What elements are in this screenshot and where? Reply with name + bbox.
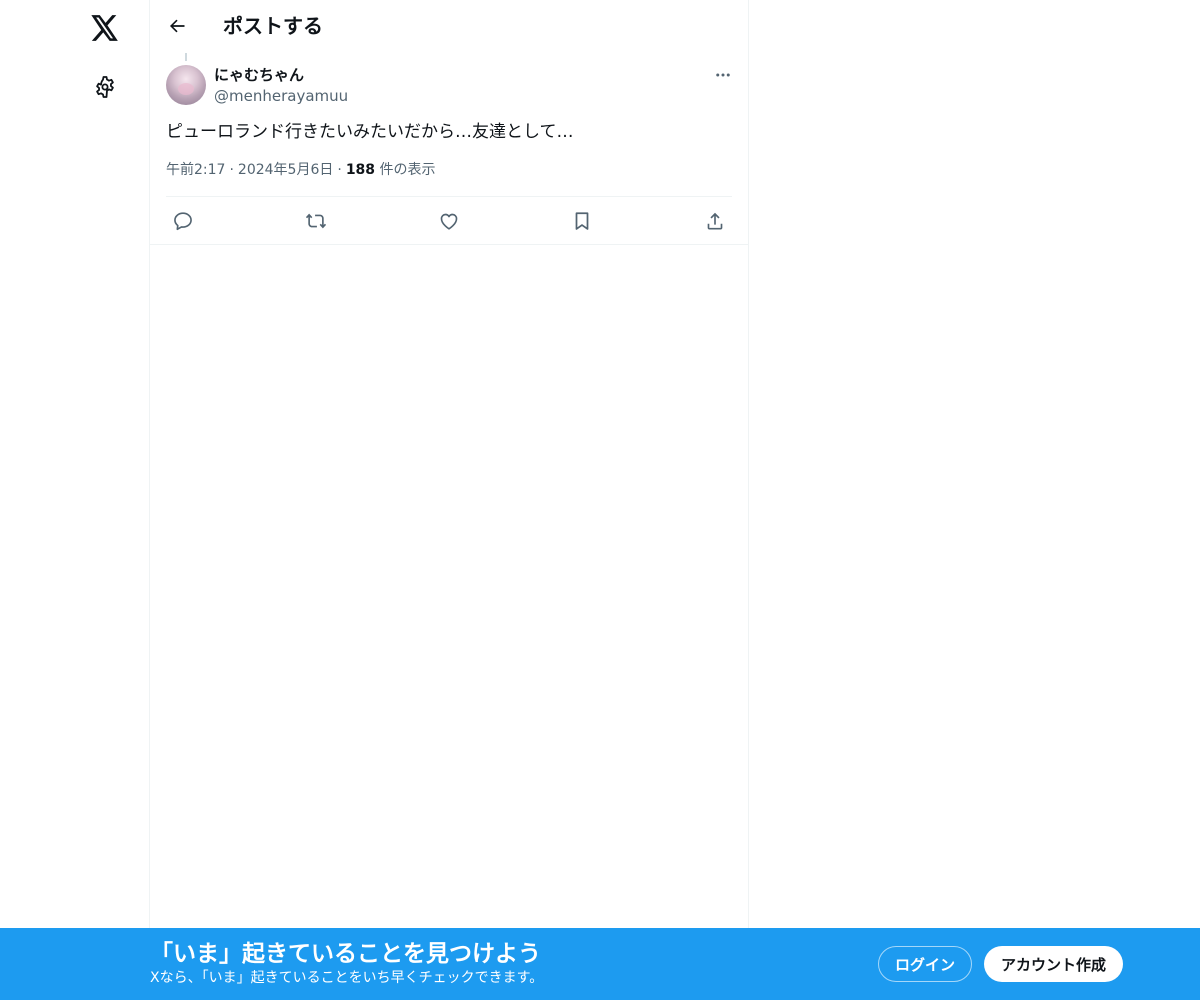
views-count: 188	[345, 162, 376, 178]
page-header: ポストする	[150, 0, 748, 53]
login-button[interactable]: ログイン	[878, 946, 972, 982]
separator-dot: ·	[229, 162, 234, 178]
reply-icon	[174, 211, 192, 230]
arrow-left-icon	[170, 19, 185, 33]
back-button[interactable]	[160, 9, 194, 43]
thread-line	[185, 53, 187, 61]
separator-dot: ·	[337, 162, 342, 178]
post-display-name[interactable]: にゃむちゃん	[214, 65, 304, 85]
post-meta: 午前2:17 · 2024年5月6日 · 188 件の表示	[166, 160, 436, 180]
repost-button[interactable]	[299, 204, 333, 238]
banner-title: 「いま」起きていることを見つけよう	[150, 941, 541, 967]
left-nav	[0, 0, 150, 1000]
settings-button[interactable]	[83, 65, 127, 109]
avatar[interactable]	[166, 65, 206, 105]
create-account-button[interactable]: アカウント作成	[984, 946, 1123, 982]
like-button[interactable]	[432, 204, 466, 238]
views-label: 件の表示	[379, 162, 436, 178]
like-icon	[440, 213, 458, 230]
x-logo-button[interactable]	[83, 6, 127, 50]
post-time[interactable]: 午前2:17	[166, 162, 225, 178]
post-handle[interactable]: @menherayamuu	[214, 86, 348, 106]
gear-icon	[96, 76, 114, 98]
app: ポストする にゃむちゃん @menherayamuu ピューロランド行きたいみた…	[0, 0, 1200, 1000]
bookmark-icon	[575, 211, 589, 230]
x-logo-icon	[91, 15, 118, 41]
share-button[interactable]	[698, 204, 732, 238]
share-icon	[707, 212, 723, 230]
page-title: ポストする	[223, 14, 323, 38]
main-column: ポストする にゃむちゃん @menherayamuu ピューロランド行きたいみた…	[149, 0, 749, 928]
repost-icon	[305, 213, 327, 228]
divider	[150, 244, 748, 245]
banner-subtitle: Xなら、「いま」起きていることをいち早くチェックできます。	[150, 970, 544, 986]
post-text: ピューロランド行きたいみたいだから…友達として…	[166, 122, 574, 142]
post-date[interactable]: 2024年5月6日	[238, 162, 333, 178]
reply-button[interactable]	[166, 204, 200, 238]
bookmark-button[interactable]	[565, 204, 599, 238]
post-actions	[166, 197, 732, 244]
more-dots-icon	[716, 73, 730, 77]
more-options-button[interactable]	[708, 63, 738, 87]
